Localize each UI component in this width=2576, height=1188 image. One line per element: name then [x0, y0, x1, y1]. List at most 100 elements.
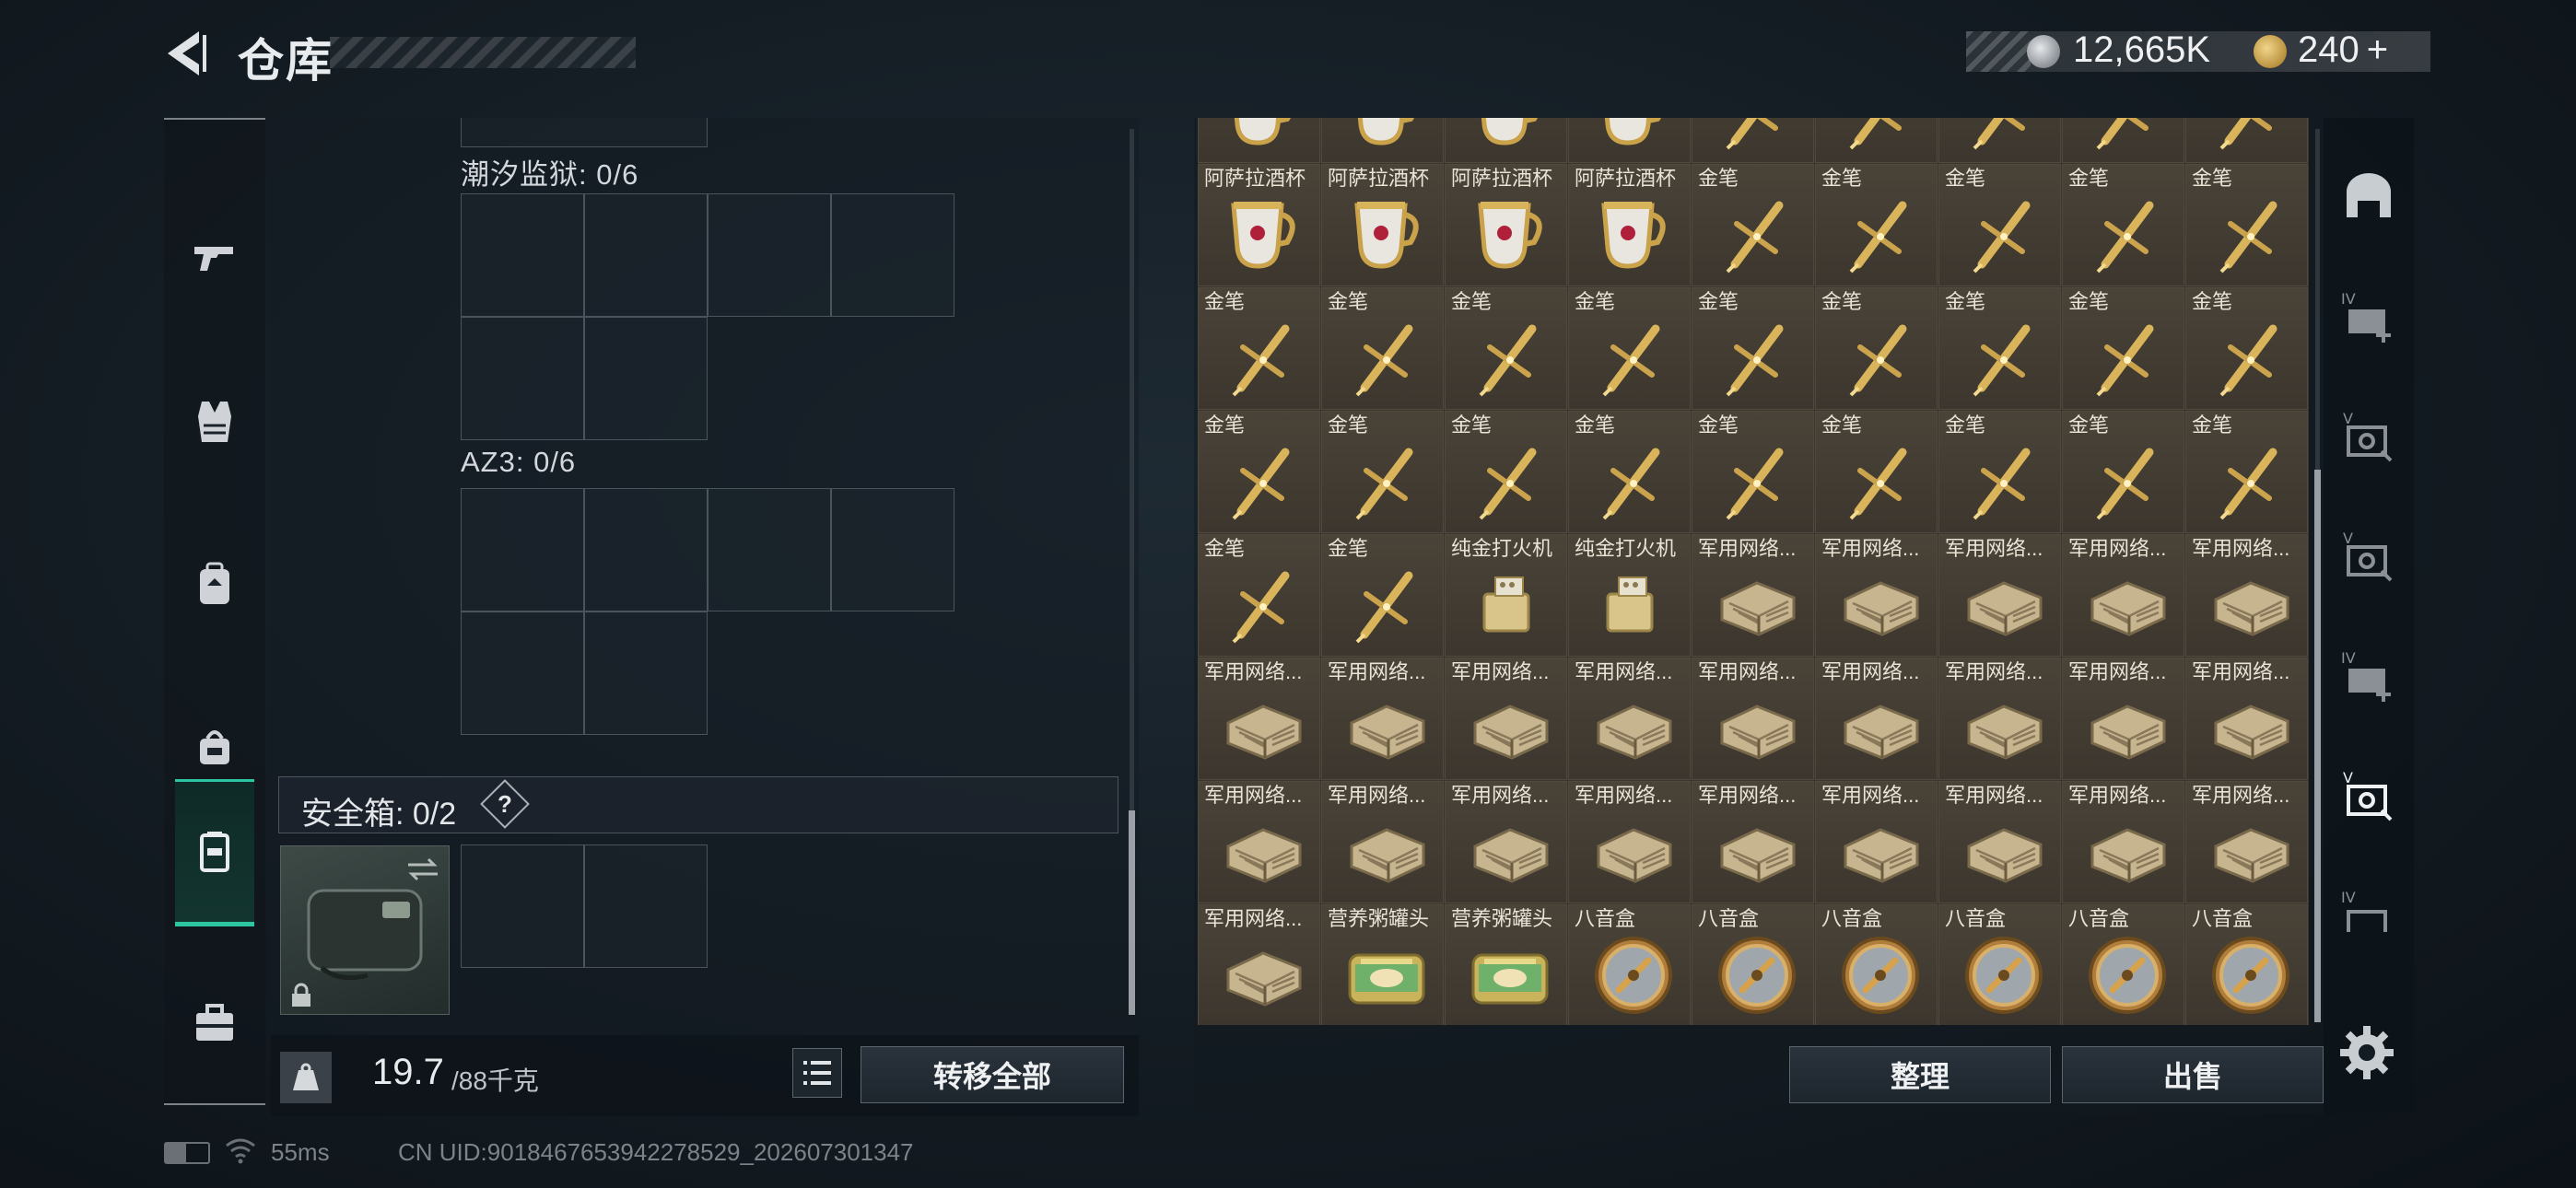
sell-button[interactable]: 出售	[2062, 1046, 2324, 1103]
item-cell-pen[interactable]: 金笔	[1568, 287, 1691, 410]
item-cell-musicbox[interactable]: 八音盒	[1815, 904, 1938, 1025]
item-cell-lighter[interactable]: 纯金打火机	[1568, 534, 1691, 657]
grid-slot[interactable]	[584, 844, 708, 968]
tab-level5-active[interactable]: V	[2335, 753, 2403, 838]
nav-safebox[interactable]	[175, 779, 254, 926]
item-cell-router[interactable]: 军用网络...	[2185, 658, 2308, 780]
tab-level5-b[interactable]: V	[2335, 514, 2403, 599]
item-cell-partial[interactable]	[1938, 118, 2061, 163]
grid-slot[interactable]	[584, 488, 708, 611]
item-cell-can[interactable]: 营养粥罐头	[1445, 904, 1567, 1025]
item-cell-router[interactable]: 军用网络...	[2062, 534, 2184, 657]
right-scrollbar-thumb[interactable]	[2314, 470, 2321, 1022]
item-cell-router[interactable]: 军用网络...	[2062, 658, 2184, 780]
nav-weapon[interactable]	[173, 184, 256, 332]
item-cell-musicbox[interactable]: 八音盒	[1938, 904, 2061, 1025]
item-cell-pen[interactable]: 金笔	[1445, 287, 1567, 410]
item-cell-cup[interactable]: 阿萨拉酒杯	[1445, 164, 1567, 286]
gold-amount[interactable]: 240 +	[2298, 29, 2388, 71]
item-cell-cup[interactable]: 阿萨拉酒杯	[1321, 164, 1444, 286]
grid-slot[interactable]	[584, 193, 708, 317]
item-cell-pen[interactable]: 金笔	[2185, 411, 2308, 533]
item-cell-router[interactable]: 军用网络...	[1321, 658, 1444, 780]
item-cell-pen[interactable]: 金笔	[1692, 164, 1814, 286]
item-cell-can[interactable]: 营养粥罐头	[1321, 904, 1444, 1025]
item-cell-lighter[interactable]: 纯金打火机	[1445, 534, 1567, 657]
item-cell-router[interactable]: 军用网络...	[1692, 534, 1814, 657]
item-cell-router[interactable]: 军用网络...	[1692, 781, 1814, 903]
grid-slot[interactable]	[461, 317, 584, 440]
item-cell-pen[interactable]: 金笔	[2185, 287, 2308, 410]
item-cell-pen[interactable]: 金笔	[1198, 411, 1320, 533]
item-cell-router[interactable]: 军用网络...	[1938, 781, 2061, 903]
item-cell-pen[interactable]: 金笔	[1692, 411, 1814, 533]
item-cell-partial[interactable]	[2185, 118, 2308, 163]
grid-slot[interactable]	[584, 317, 708, 440]
item-cell-pen[interactable]: 金笔	[1321, 287, 1444, 410]
back-arrow-icon[interactable]	[162, 28, 210, 79]
item-cell-cup[interactable]: 阿萨拉酒杯	[1568, 164, 1691, 286]
item-cell-pen[interactable]: 金笔	[2062, 287, 2184, 410]
help-icon[interactable]: ?	[480, 779, 530, 829]
item-cell-router[interactable]: 军用网络...	[1568, 658, 1691, 780]
sort-button[interactable]: 整理	[1789, 1046, 2051, 1103]
item-cell-partial[interactable]	[1815, 118, 1938, 163]
item-cell-router[interactable]: 军用网络...	[2185, 781, 2308, 903]
item-cell-pen[interactable]: 金笔	[1938, 164, 2061, 286]
item-cell-router[interactable]: 军用网络...	[1198, 658, 1320, 780]
nav-briefcase[interactable]	[173, 949, 256, 1096]
item-cell-musicbox[interactable]: 八音盒	[1568, 904, 1691, 1025]
item-cell-partial[interactable]	[1321, 118, 1444, 163]
item-cell-pen[interactable]: 金笔	[2062, 164, 2184, 286]
item-cell-partial[interactable]	[1692, 118, 1814, 163]
transfer-all-button[interactable]: 转移全部	[861, 1046, 1124, 1103]
nav-backpack[interactable]	[173, 510, 256, 658]
item-cell-pen[interactable]: 金笔	[1815, 164, 1938, 286]
item-cell-router[interactable]: 军用网络...	[1198, 904, 1320, 1025]
grid-slot[interactable]	[708, 193, 831, 317]
item-cell-router[interactable]: 军用网络...	[1198, 781, 1320, 903]
item-cell-pen[interactable]: 金笔	[1321, 534, 1444, 657]
nav-armor[interactable]	[173, 348, 256, 495]
item-cell-pen[interactable]: 金笔	[1815, 411, 1938, 533]
swap-icon[interactable]	[404, 856, 441, 883]
item-cell-partial[interactable]	[1568, 118, 1691, 163]
grid-slot[interactable]	[831, 488, 954, 611]
settings-gear-icon[interactable]	[2335, 1020, 2399, 1085]
item-cell-router[interactable]: 军用网络...	[1568, 781, 1691, 903]
item-cell-musicbox[interactable]: 八音盒	[2062, 904, 2184, 1025]
grid-slot[interactable]	[461, 193, 584, 317]
item-cell-pen[interactable]: 金笔	[1938, 287, 2061, 410]
grid-slot[interactable]	[708, 488, 831, 611]
item-cell-pen[interactable]: 金笔	[1815, 287, 1938, 410]
item-cell-router[interactable]: 军用网络...	[1815, 658, 1938, 780]
grid-slot[interactable]	[831, 193, 954, 317]
item-cell-router[interactable]: 军用网络...	[2185, 534, 2308, 657]
item-cell-pen[interactable]: 金笔	[1198, 287, 1320, 410]
item-cell-musicbox[interactable]: 八音盒	[2185, 904, 2308, 1025]
item-cell-router[interactable]: 军用网络...	[1815, 534, 1938, 657]
gold-add-icon[interactable]: +	[2367, 29, 2388, 70]
tab-bunker[interactable]	[2335, 155, 2403, 239]
item-cell-pen[interactable]: 金笔	[1198, 534, 1320, 657]
item-cell-router[interactable]: 军用网络...	[1938, 534, 2061, 657]
item-cell-pen[interactable]: 金笔	[1445, 411, 1567, 533]
tab-level4-a[interactable]: IV	[2335, 274, 2403, 359]
item-cell-pen[interactable]: 金笔	[2185, 164, 2308, 286]
item-cell-pen[interactable]: 金笔	[1568, 411, 1691, 533]
item-cell-musicbox[interactable]: 八音盒	[1692, 904, 1814, 1025]
item-cell-pen[interactable]: 金笔	[1938, 411, 2061, 533]
item-cell-router[interactable]: 军用网络...	[1938, 658, 2061, 780]
item-cell-pen[interactable]: 金笔	[1692, 287, 1814, 410]
item-cell-router[interactable]: 军用网络...	[1445, 658, 1567, 780]
item-cell-router[interactable]: 军用网络...	[1445, 781, 1567, 903]
grid-slot[interactable]	[461, 488, 584, 611]
item-cell-partial[interactable]	[1198, 118, 1320, 163]
grid-slot[interactable]	[461, 844, 584, 968]
tab-level5-a[interactable]: V	[2335, 394, 2403, 479]
tab-level4-c[interactable]: IV	[2335, 873, 2403, 958]
item-cell-pen[interactable]: 金笔	[1321, 411, 1444, 533]
item-cell-router[interactable]: 军用网络...	[1815, 781, 1938, 903]
item-cell-router[interactable]: 军用网络...	[1321, 781, 1444, 903]
grid-slot[interactable]	[461, 611, 584, 735]
